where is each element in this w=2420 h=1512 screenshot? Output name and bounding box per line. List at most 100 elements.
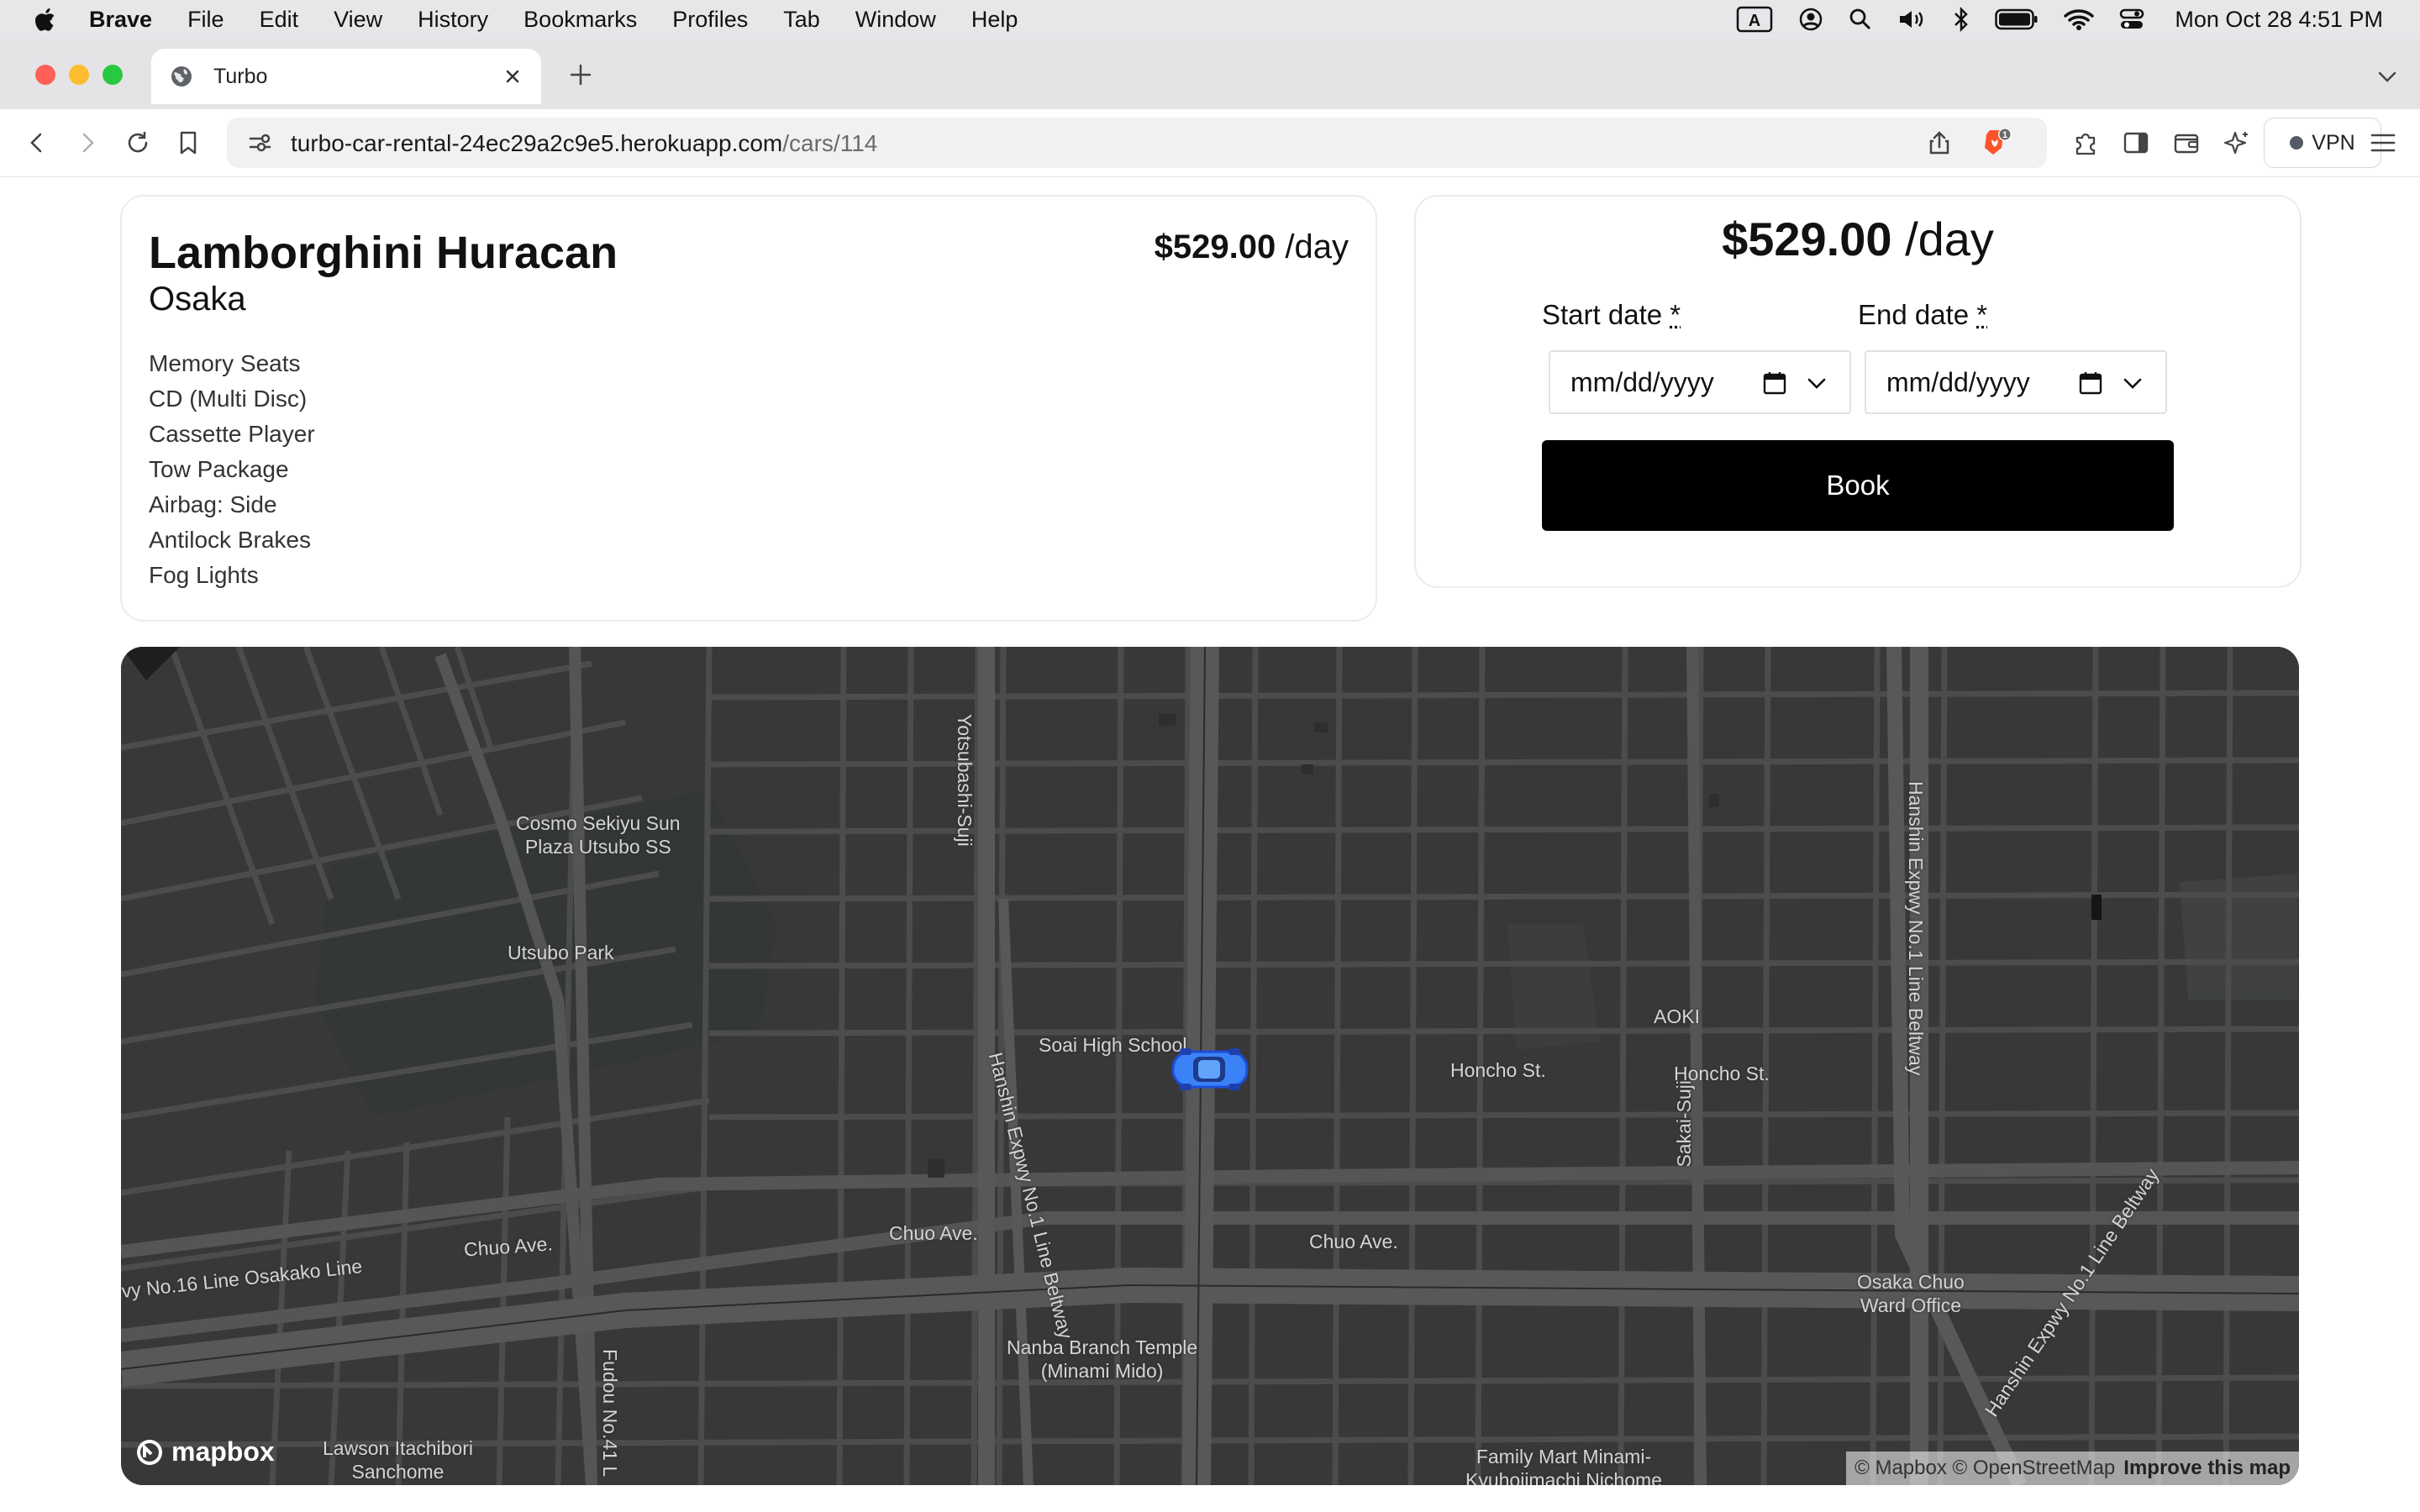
spotlight-search-icon[interactable] xyxy=(1849,8,1872,31)
battery-icon[interactable] xyxy=(1995,8,2039,30)
window-close-button[interactable] xyxy=(35,65,55,85)
new-tab-plus-icon[interactable] xyxy=(568,62,593,87)
menu-profiles[interactable]: Profiles xyxy=(672,7,748,33)
map-label-poi: Lawson Itachibori Sanchome xyxy=(323,1436,473,1483)
back-arrow-icon[interactable] xyxy=(20,126,54,160)
url-host: turbo-car-rental-24ec29a2c9e5.herokuapp.… xyxy=(291,130,783,156)
start-date-input[interactable]: mm/dd/yyyy xyxy=(1549,350,1851,414)
car-city: Osaka xyxy=(149,281,246,318)
menu-tab[interactable]: Tab xyxy=(783,7,820,33)
site-settings-icon[interactable] xyxy=(247,130,272,155)
browser-tab-strip: Turbo xyxy=(0,39,2420,109)
user-account-icon[interactable] xyxy=(1798,7,1823,32)
vpn-button[interactable]: VPN xyxy=(2264,118,2381,168)
chevron-down-icon[interactable] xyxy=(2122,372,2144,394)
map-label-poi: Soai High School xyxy=(1039,1034,1187,1056)
extensions-puzzle-icon[interactable] xyxy=(2069,126,2102,160)
mapbox-logo[interactable]: mapbox xyxy=(134,1436,275,1467)
feature-item: Tow Package xyxy=(149,456,289,482)
map-label-text: Osaka Chuo Ward Office xyxy=(1857,1271,1965,1316)
input-source-letter: A xyxy=(1749,12,1760,30)
menu-view[interactable]: View xyxy=(334,7,382,33)
booking-price-amount: $529.00 xyxy=(1722,213,1892,265)
address-bar[interactable]: turbo-car-rental-24ec29a2c9e5.herokuapp.… xyxy=(227,118,2047,168)
globe-icon xyxy=(171,66,192,87)
map-label-expressway: Hanshin Expwy No.1 Line Beltway xyxy=(1905,781,1927,1076)
end-date-input[interactable]: mm/dd/yyyy xyxy=(1865,350,2167,414)
shields-count: 1 xyxy=(2002,130,2007,140)
map-label-street: Fudou No.41 L xyxy=(599,1349,621,1478)
calendar-icon[interactable] xyxy=(2078,370,2103,396)
menu-edit[interactable]: Edit xyxy=(260,7,299,33)
car-name: Lamborghini Huracan xyxy=(149,228,618,278)
input-source-icon[interactable]: A xyxy=(1736,6,1773,33)
end-date-label: End date * xyxy=(1858,299,1987,331)
vpn-status-dot-icon xyxy=(2290,136,2304,150)
car-marker-icon[interactable] xyxy=(1168,1045,1252,1094)
url-text[interactable]: turbo-car-rental-24ec29a2c9e5.herokuapp.… xyxy=(291,130,877,157)
car-price-amount: $529.00 xyxy=(1154,228,1276,265)
window-minimize-button[interactable] xyxy=(69,65,89,85)
menu-status-area: A Mon Oct 28 4:51 PM xyxy=(1711,0,2383,39)
map-label-street: Sakai-Suji xyxy=(1673,1080,1695,1168)
map-label-text: Nanba Branch Temple (Minami Mido) xyxy=(1007,1336,1198,1382)
reload-icon[interactable] xyxy=(121,126,155,160)
required-marker: * xyxy=(1670,299,1681,330)
mapbox-logo-text: mapbox xyxy=(171,1436,275,1467)
vpn-label: VPN xyxy=(2312,130,2355,155)
menu-file[interactable]: File xyxy=(187,7,224,33)
feature-item: Antilock Brakes xyxy=(149,527,311,553)
menu-help[interactable]: Help xyxy=(971,7,1018,33)
bluetooth-icon[interactable] xyxy=(1953,7,1970,32)
bookmark-icon[interactable] xyxy=(171,126,205,160)
hamburger-menu-icon[interactable] xyxy=(2366,126,2400,160)
feature-item: Fog Lights xyxy=(149,562,259,588)
tab-turbo[interactable]: Turbo xyxy=(151,49,541,104)
map-label-park: Utsubo Park xyxy=(508,942,614,963)
map-label-text: Cosmo Sekiyu Sun Plaza Utsubo SS xyxy=(516,812,681,858)
map-label-street: Chuo Ave. xyxy=(1309,1231,1398,1252)
control-center-icon[interactable] xyxy=(2119,8,2144,31)
chevron-down-icon[interactable] xyxy=(1806,372,1828,394)
book-button[interactable]: Book xyxy=(1542,440,2174,531)
map-label-text: Family Mart Minami- Kyuhojimachi Nichome xyxy=(1465,1446,1662,1485)
feature-item: Airbag: Side xyxy=(149,491,277,517)
menu-clock[interactable]: Mon Oct 28 4:51 PM xyxy=(2175,7,2383,33)
calendar-icon[interactable] xyxy=(1762,370,1787,396)
map-label-text: Lawson Itachibori Sanchome xyxy=(323,1437,473,1483)
booking-price: $529.00 /day xyxy=(1416,212,2300,266)
window-zoom-button[interactable] xyxy=(103,65,123,85)
macos-menu-bar: Brave File Edit View History Bookmarks P… xyxy=(0,0,2420,39)
booking-card: $529.00 /day Start date * End date * mm/… xyxy=(1414,195,2302,588)
map-label-street: Honcho St. xyxy=(1450,1059,1546,1081)
forward-arrow-icon[interactable] xyxy=(71,126,104,160)
feature-list: Memory Seats CD (Multi Disc) Cassette Pl… xyxy=(149,346,315,593)
tab-close-icon[interactable] xyxy=(501,65,524,88)
map-view[interactable]: Cosmo Sekiyu Sun Plaza Utsubo SS Utsubo … xyxy=(121,647,2299,1485)
menu-app-brave[interactable]: Brave xyxy=(89,7,152,33)
car-price: $529.00 /day xyxy=(1155,228,1349,266)
improve-map-link[interactable]: Improve this map xyxy=(2123,1457,2291,1480)
browser-toolbar: turbo-car-rental-24ec29a2c9e5.herokuapp.… xyxy=(0,109,2420,177)
tab-list-chevron-down-icon[interactable] xyxy=(2375,64,2400,89)
apple-logo-icon[interactable] xyxy=(34,7,55,32)
attribution-text[interactable]: © Mapbox © OpenStreetMap xyxy=(1854,1457,2115,1480)
menu-window[interactable]: Window xyxy=(855,7,936,33)
sidebar-toggle-icon[interactable] xyxy=(2119,126,2153,160)
map-attribution: © Mapbox © OpenStreetMap Improve this ma… xyxy=(1846,1452,2299,1485)
menu-bookmarks[interactable]: Bookmarks xyxy=(523,7,637,33)
feature-item: Cassette Player xyxy=(149,421,315,447)
volume-icon[interactable] xyxy=(1897,8,1928,31)
wifi-icon[interactable] xyxy=(2064,8,2095,31)
menu-history[interactable]: History xyxy=(418,7,488,33)
map-label-poi: Cosmo Sekiyu Sun Plaza Utsubo SS xyxy=(516,811,681,858)
leo-ai-sparkle-icon[interactable] xyxy=(2220,126,2254,160)
wallet-icon[interactable] xyxy=(2170,126,2203,160)
map-label-poi: Family Mart Minami- Kyuhojimachi Nichome xyxy=(1465,1445,1662,1485)
car-price-unit: /day xyxy=(1285,228,1349,265)
share-icon[interactable] xyxy=(1926,129,1953,156)
start-date-label: Start date * xyxy=(1542,299,1681,331)
brave-shields-icon[interactable]: 1 xyxy=(1981,128,2012,160)
start-date-label-text: Start date xyxy=(1542,299,1663,330)
map-label-street: Yotsubashi-Suji xyxy=(954,714,976,847)
